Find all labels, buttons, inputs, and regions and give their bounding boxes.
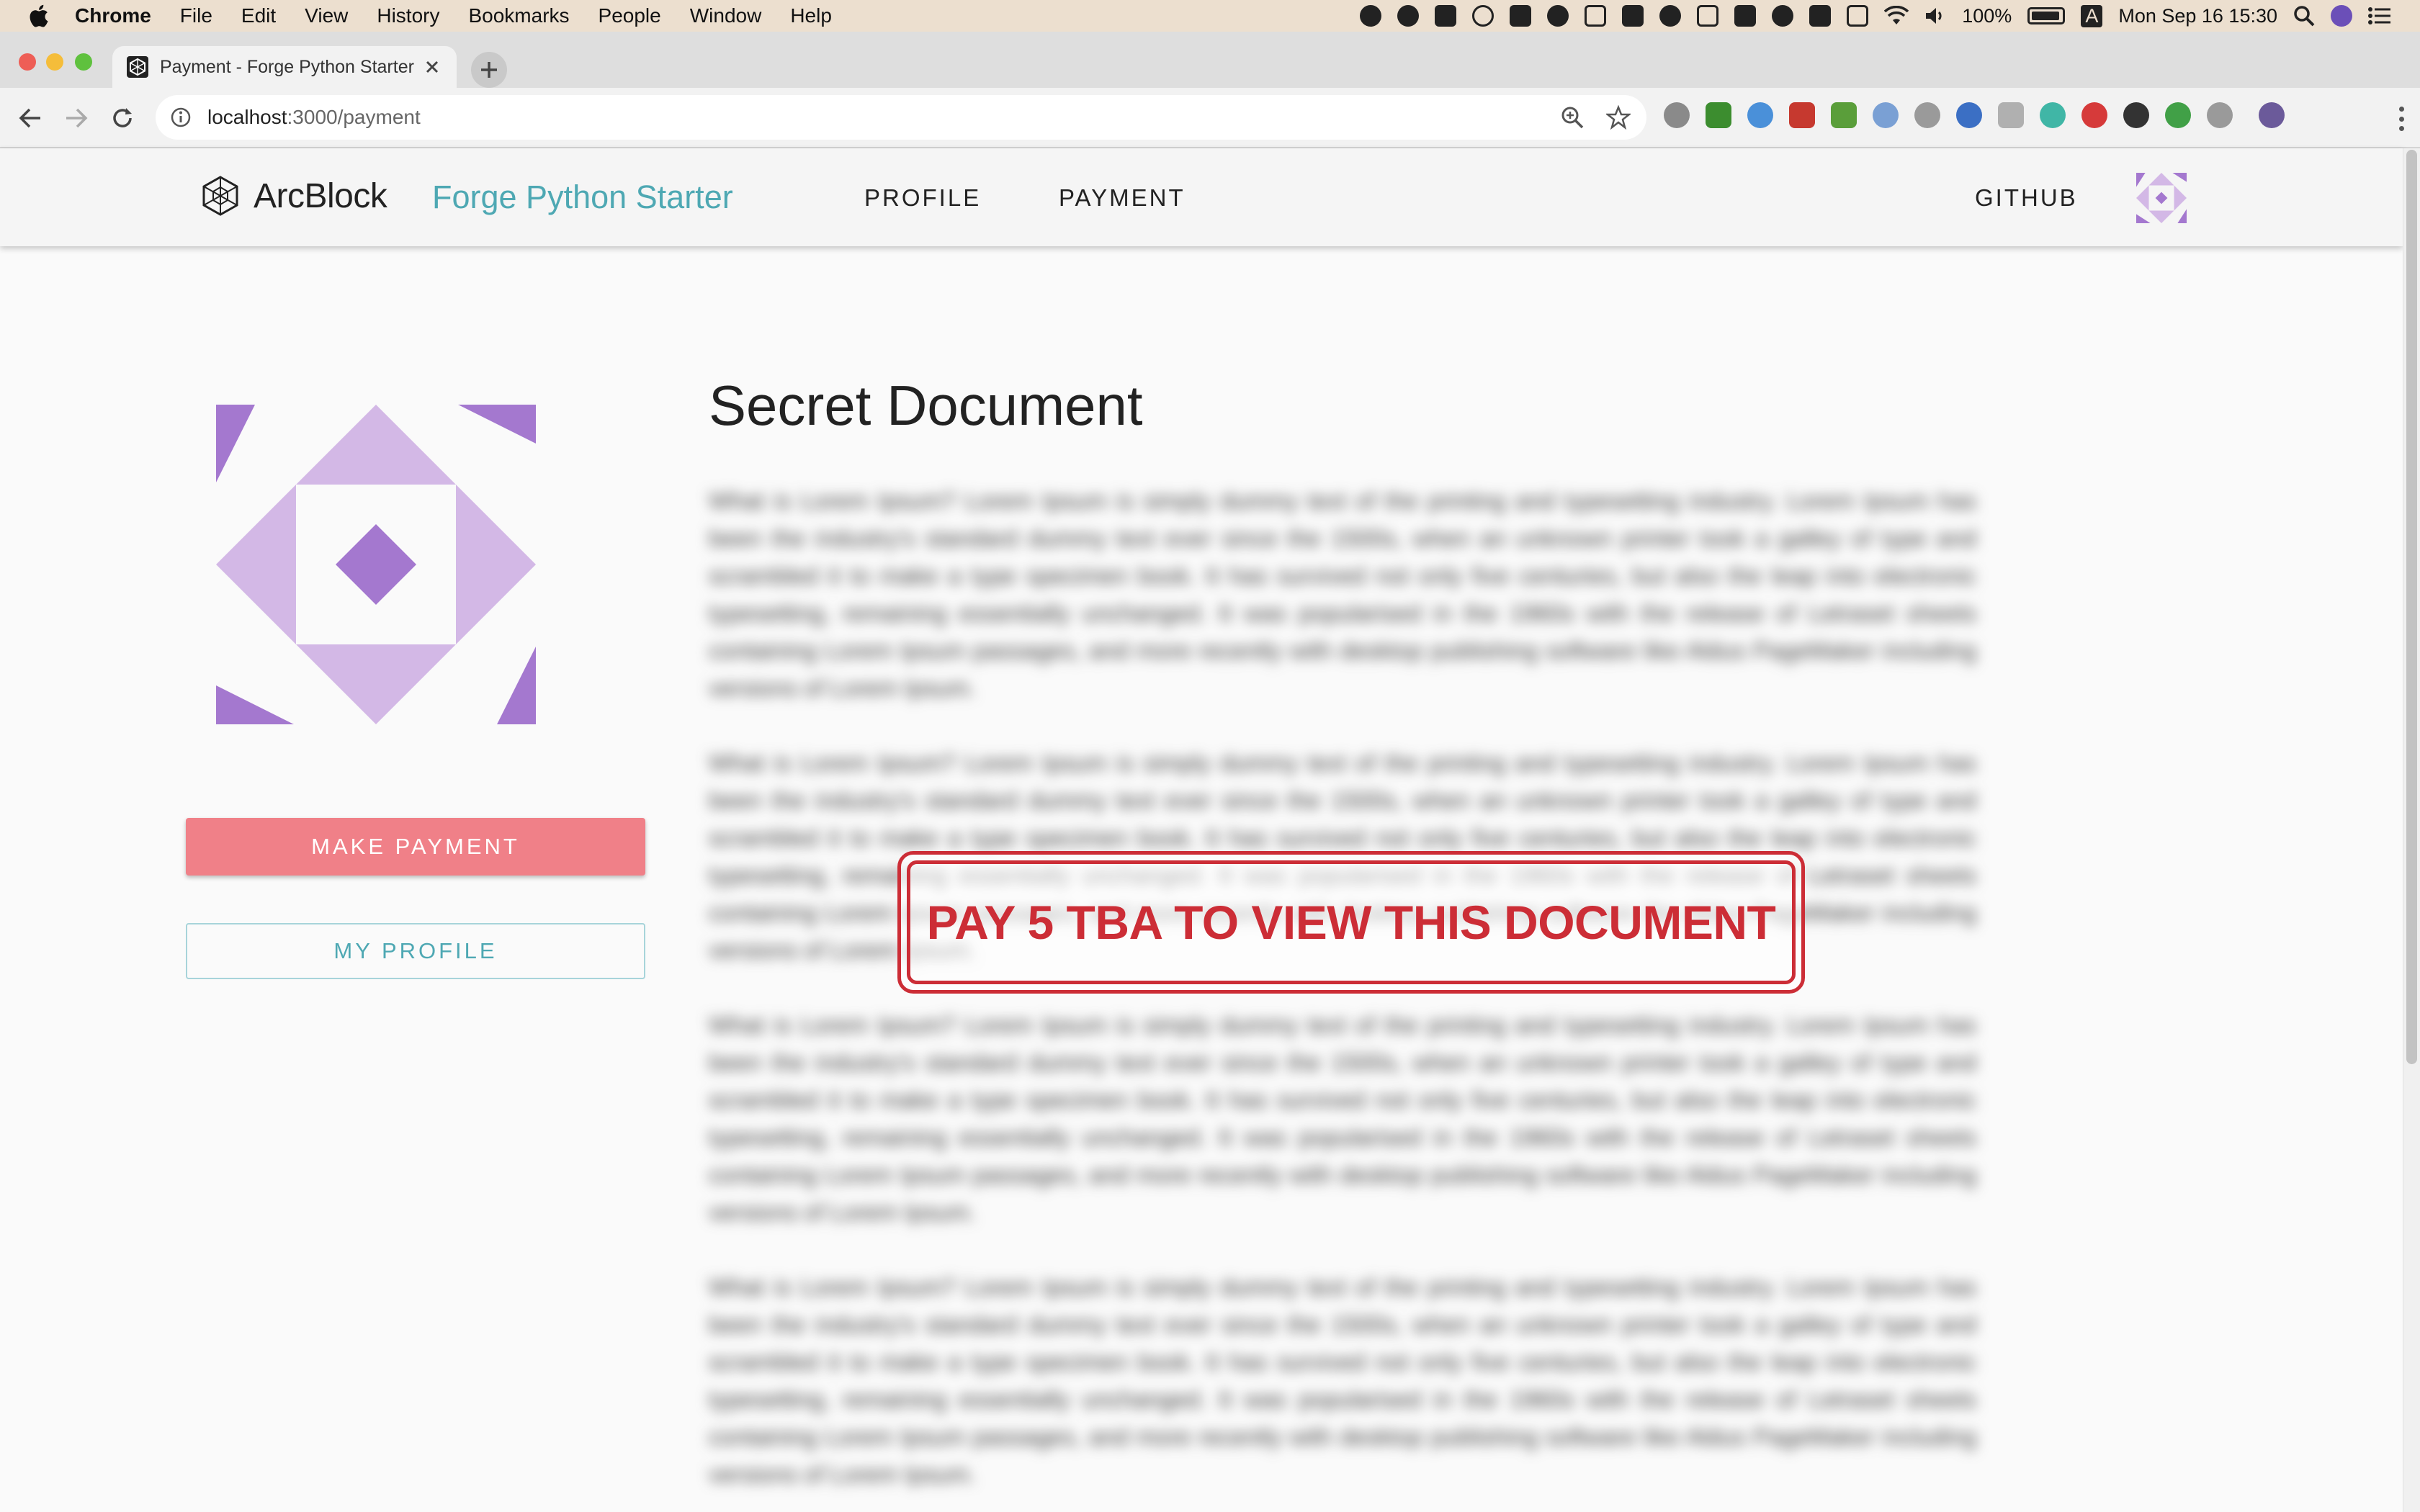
address-bar[interactable]: localhost:3000/payment: [156, 95, 1646, 140]
qq-icon[interactable]: [1547, 5, 1569, 27]
identicon-avatar: [216, 405, 536, 724]
arcblock-favicon-icon: [127, 56, 148, 78]
menu-history[interactable]: History: [377, 4, 439, 27]
window-icon[interactable]: [1847, 5, 1869, 27]
tree-extension-icon[interactable]: [1998, 102, 2024, 128]
menu-people[interactable]: People: [599, 4, 661, 27]
plus-icon: [481, 62, 497, 78]
menu-edit[interactable]: Edit: [241, 4, 276, 27]
timezone-extension-icon[interactable]: [1664, 102, 1690, 128]
paywall-stamp: PAY 5 TBA TO VIEW THIS DOCUMENT: [897, 851, 1805, 994]
battery-percent: 100%: [1962, 4, 2012, 27]
my-profile-button[interactable]: MY PROFILE: [186, 923, 645, 979]
scrollbar-thumb[interactable]: [2406, 150, 2417, 1064]
a-extension-icon[interactable]: [1956, 102, 1982, 128]
zoom-icon[interactable]: [1560, 105, 1585, 130]
arrow-left-icon: [19, 108, 40, 128]
siri-icon[interactable]: [2331, 5, 2352, 27]
clock-extension-icon[interactable]: [1706, 102, 1731, 128]
menu-bar-clock[interactable]: Mon Sep 16 15:30: [2118, 5, 2277, 27]
bookmark-star-icon[interactable]: [1606, 105, 1631, 130]
status-app-icon[interactable]: [1697, 5, 1719, 27]
menu-app-chrome[interactable]: Chrome: [75, 4, 151, 27]
profile-avatar-icon[interactable]: [2259, 102, 2285, 128]
status-app-icon[interactable]: [1435, 5, 1457, 27]
menu-help[interactable]: Help: [790, 4, 832, 27]
macos-menu-bar: Chrome File Edit View History Bookmarks …: [0, 0, 2420, 32]
feather-extension-icon[interactable]: [1873, 102, 1899, 128]
document-body: What is Lorem Ipsum? Lorem Ipsum is simp…: [709, 482, 1976, 1512]
hat-icon[interactable]: [1772, 5, 1794, 27]
menu-view[interactable]: View: [305, 4, 348, 27]
disabled-extension-icon[interactable]: [2207, 102, 2233, 128]
window-zoom-button[interactable]: [75, 53, 92, 71]
app-header: ArcBlock Forge Python Starter PROFILE PA…: [0, 148, 2403, 246]
brand-name: ArcBlock: [254, 176, 387, 215]
menu-bookmarks[interactable]: Bookmarks: [468, 4, 569, 27]
menu-bar-status-area: 100% A Mon Sep 16 15:30: [1360, 0, 2391, 32]
window-minimize-button[interactable]: [46, 53, 63, 71]
tab-title: Payment - Forge Python Starter: [160, 56, 414, 77]
teal-extension-icon[interactable]: [2040, 102, 2066, 128]
grammarly-icon[interactable]: [1510, 5, 1532, 27]
nav-github-link[interactable]: GITHUB: [1975, 184, 2078, 212]
document-paragraph: What is Lorem Ipsum? Lorem Ipsum is simp…: [709, 1012, 1976, 1225]
url-host: localhost: [207, 106, 287, 128]
reload-icon: [113, 108, 132, 127]
url-text[interactable]: localhost:3000/payment: [207, 106, 421, 129]
menu-file[interactable]: File: [180, 4, 212, 27]
wechat-icon[interactable]: [1397, 5, 1420, 27]
menu-window[interactable]: Window: [690, 4, 762, 27]
document-paragraph: What is Lorem Ipsum? Lorem Ipsum is simp…: [709, 1274, 1976, 1488]
status-app-icon[interactable]: [1360, 5, 1382, 27]
site-info-icon[interactable]: [170, 107, 192, 128]
weibo-extension-icon[interactable]: [1914, 102, 1940, 128]
make-payment-button[interactable]: MAKE PAYMENT: [186, 818, 645, 876]
paywall-message: PAY 5 TBA TO VIEW THIS DOCUMENT: [926, 896, 1776, 949]
paywall-stamp-inner-border: PAY 5 TBA TO VIEW THIS DOCUMENT: [907, 860, 1796, 984]
volume-icon[interactable]: [1924, 6, 1946, 26]
flag-icon[interactable]: [1734, 5, 1757, 27]
nav-payment-link[interactable]: PAYMENT: [1059, 184, 1186, 212]
app-title[interactable]: Forge Python Starter: [432, 179, 733, 216]
reload-button[interactable]: [108, 104, 137, 132]
document-title: Secret Document: [709, 374, 1143, 437]
wifi-icon[interactable]: [1884, 6, 1909, 26]
arrow-right-icon: [66, 108, 88, 128]
battery-icon[interactable]: [2027, 7, 2066, 24]
send-icon[interactable]: [1622, 5, 1644, 27]
input-source-indicator[interactable]: A: [2081, 4, 2103, 27]
back-button[interactable]: [16, 104, 45, 132]
evernote-icon[interactable]: [1659, 5, 1682, 27]
url-path: :3000/payment: [287, 106, 421, 128]
leaf-extension-icon[interactable]: [1831, 102, 1857, 128]
window-close-button[interactable]: [19, 53, 36, 71]
document-paragraph: What is Lorem Ipsum? Lorem Ipsum is simp…: [709, 487, 1976, 701]
chrome-menu-icon[interactable]: [2397, 107, 2406, 131]
extensions-bar: [1664, 102, 2285, 128]
glasses-icon[interactable]: [1585, 5, 1607, 27]
checkmark-extension-icon[interactable]: [1747, 102, 1773, 128]
nav-profile-link[interactable]: PROFILE: [864, 184, 981, 212]
apple-logo-icon[interactable]: [27, 4, 49, 28]
forward-button[interactable]: [62, 104, 91, 132]
browser-toolbar: localhost:3000/payment: [0, 88, 2420, 148]
panda-extension-icon[interactable]: [2123, 102, 2149, 128]
user-avatar[interactable]: [2136, 173, 2187, 223]
spotlight-search-icon[interactable]: [2293, 5, 2315, 27]
status-app-icon[interactable]: [1809, 5, 1832, 27]
brand-logo[interactable]: ArcBlock: [199, 174, 387, 217]
arcblock-logo-icon: [202, 176, 238, 216]
browser-tab-active[interactable]: Payment - Forge Python Starter: [112, 46, 457, 88]
adblock-plus-icon[interactable]: [2081, 102, 2107, 128]
close-tab-icon[interactable]: [422, 57, 442, 77]
browser-tab-strip: Payment - Forge Python Starter: [0, 32, 2420, 88]
evernote-extension-icon[interactable]: [2165, 102, 2191, 128]
notification-center-icon[interactable]: [2368, 6, 2391, 25]
puzzle-extension-icon[interactable]: [1789, 102, 1815, 128]
search-app-icon[interactable]: [1472, 5, 1494, 27]
page-scrollbar[interactable]: [2403, 148, 2420, 1512]
new-tab-button[interactable]: [471, 52, 507, 88]
